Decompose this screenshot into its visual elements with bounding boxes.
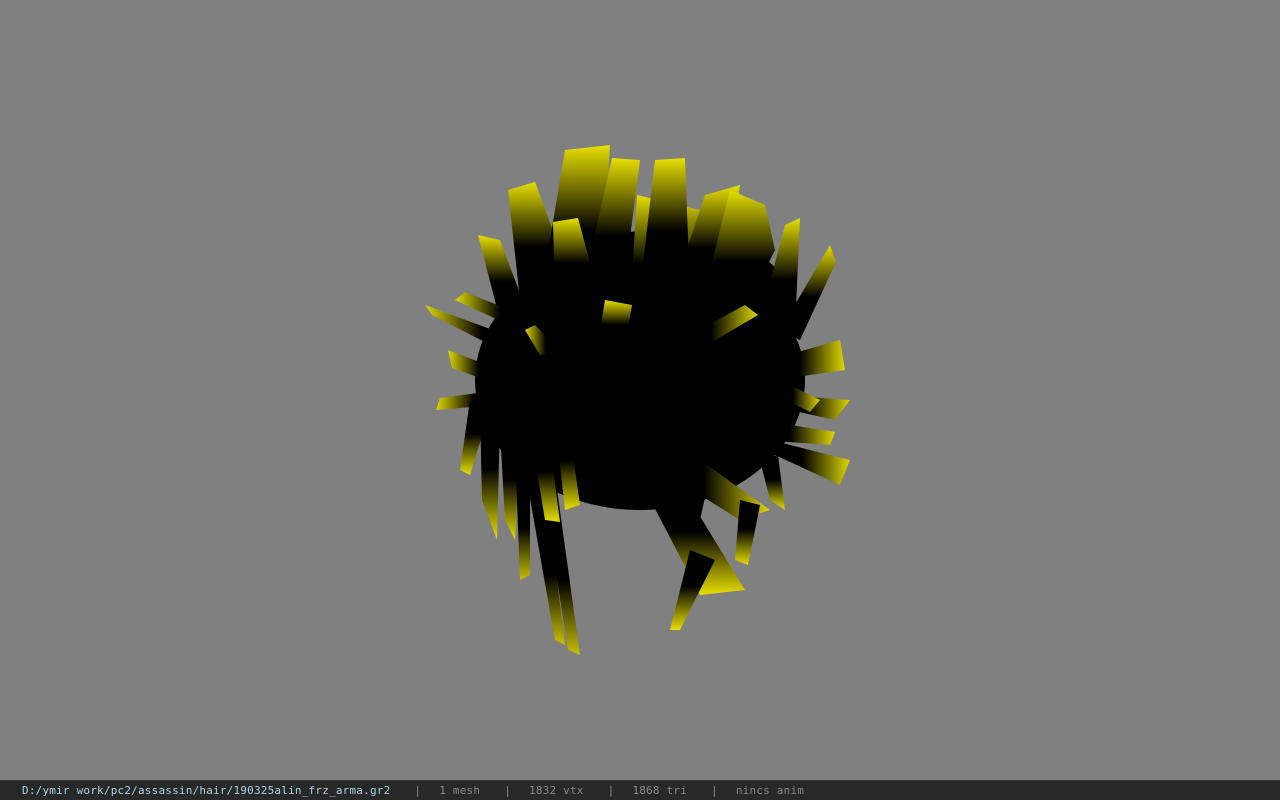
separator: | [607, 784, 615, 797]
separator: | [504, 784, 512, 797]
status-bar: D:/ymir work/pc2/assassin/hair/190325ali… [0, 780, 1280, 800]
file-path: D:/ymir work/pc2/assassin/hair/190325ali… [22, 784, 391, 797]
separator: | [711, 784, 718, 797]
vertex-count: 1832 vtx [529, 784, 584, 797]
3d-viewport[interactable] [0, 0, 1280, 780]
hair-model-render [425, 145, 850, 655]
triangle-count: 1868 tri [632, 784, 688, 797]
animation-status: nincs anim [735, 784, 805, 797]
separator: | [414, 784, 422, 797]
mesh-count: 1 mesh [439, 784, 481, 797]
